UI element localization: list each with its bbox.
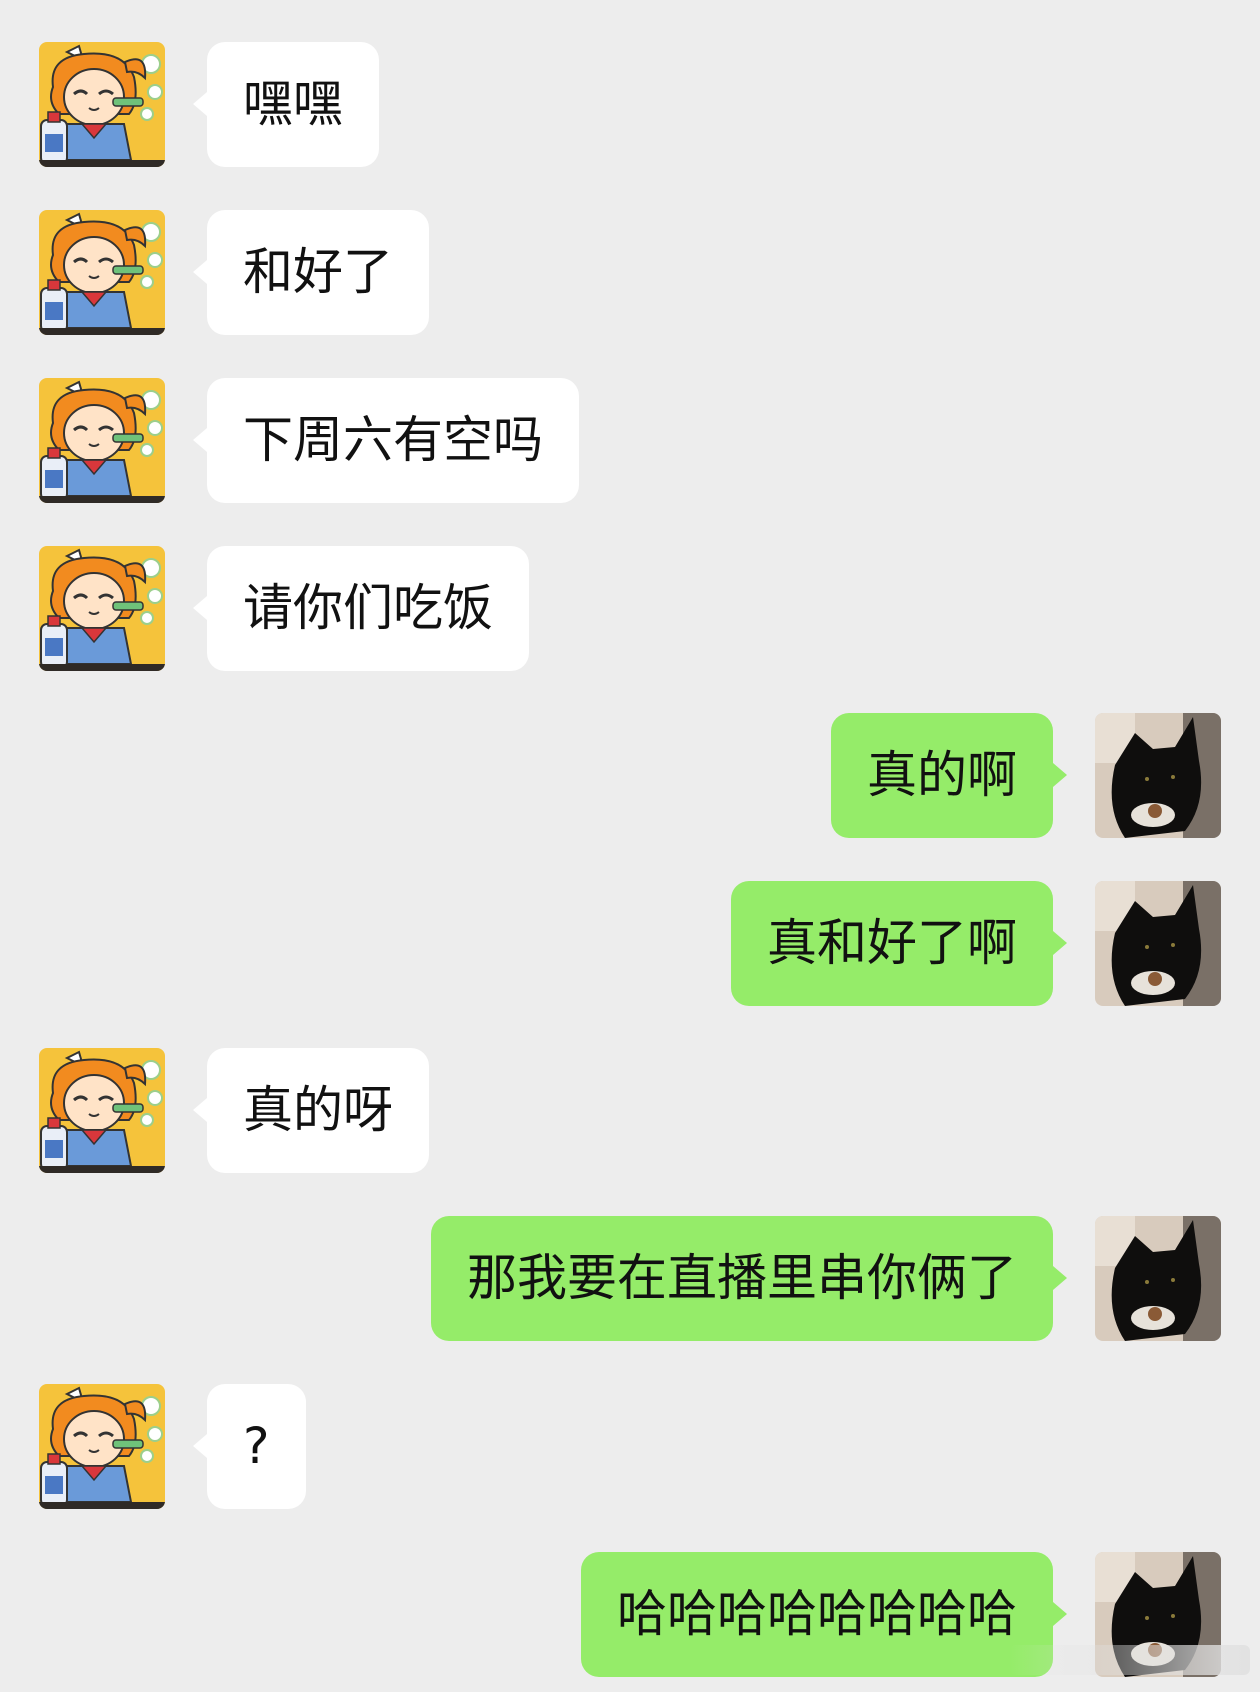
message-row-incoming: 下周六有空吗 <box>0 378 1260 503</box>
cartoon-girl-icon <box>39 378 165 503</box>
message-bubble-outgoing[interactable]: 真和好了啊 <box>731 881 1067 1006</box>
message-row-outgoing: 真的啊 <box>0 713 1260 838</box>
watermark <box>1010 1645 1250 1675</box>
message-bubble-incoming[interactable]: 请你们吃饭 <box>193 546 529 671</box>
message-bubble-incoming[interactable]: 真的呀 <box>193 1048 429 1173</box>
cartoon-girl-icon <box>39 42 165 167</box>
message-bubble-incoming[interactable]: 下周六有空吗 <box>193 378 579 503</box>
self-avatar[interactable] <box>1095 1216 1221 1341</box>
message-bubble-incoming[interactable]: 嘿嘿 <box>193 42 379 167</box>
message-row-outgoing: 那我要在直播里串你俩了 <box>0 1216 1260 1341</box>
contact-avatar[interactable] <box>39 1384 165 1509</box>
message-bubble-incoming[interactable]: ? <box>193 1384 306 1509</box>
message-row-incoming: 和好了 <box>0 210 1260 335</box>
self-avatar[interactable] <box>1095 713 1221 838</box>
cartoon-girl-icon <box>39 210 165 335</box>
cartoon-girl-icon <box>39 546 165 671</box>
message-row-incoming: 嘿嘿 <box>0 42 1260 167</box>
message-bubble-outgoing[interactable]: 真的啊 <box>831 713 1067 838</box>
black-cat-icon <box>1095 713 1221 838</box>
message-bubble-incoming[interactable]: 和好了 <box>193 210 429 335</box>
cartoon-girl-icon <box>39 1048 165 1173</box>
message-bubble-outgoing[interactable]: 那我要在直播里串你俩了 <box>431 1216 1067 1341</box>
message-row-incoming: ? <box>0 1384 1260 1509</box>
message-row-incoming: 请你们吃饭 <box>0 546 1260 671</box>
cartoon-girl-icon <box>39 1384 165 1509</box>
chat-history[interactable]: 嘿嘿 和好了 下周六有空吗 请你们吃饭 真的啊 真和好了啊 真的呀 那我要在直播… <box>0 0 1260 1692</box>
message-row-incoming: 真的呀 <box>0 1048 1260 1173</box>
black-cat-icon <box>1095 1216 1221 1341</box>
contact-avatar[interactable] <box>39 378 165 503</box>
contact-avatar[interactable] <box>39 210 165 335</box>
contact-avatar[interactable] <box>39 546 165 671</box>
self-avatar[interactable] <box>1095 881 1221 1006</box>
contact-avatar[interactable] <box>39 1048 165 1173</box>
contact-avatar[interactable] <box>39 42 165 167</box>
message-row-outgoing: 真和好了啊 <box>0 881 1260 1006</box>
black-cat-icon <box>1095 881 1221 1006</box>
message-bubble-outgoing[interactable]: 哈哈哈哈哈哈哈哈 <box>581 1552 1067 1677</box>
